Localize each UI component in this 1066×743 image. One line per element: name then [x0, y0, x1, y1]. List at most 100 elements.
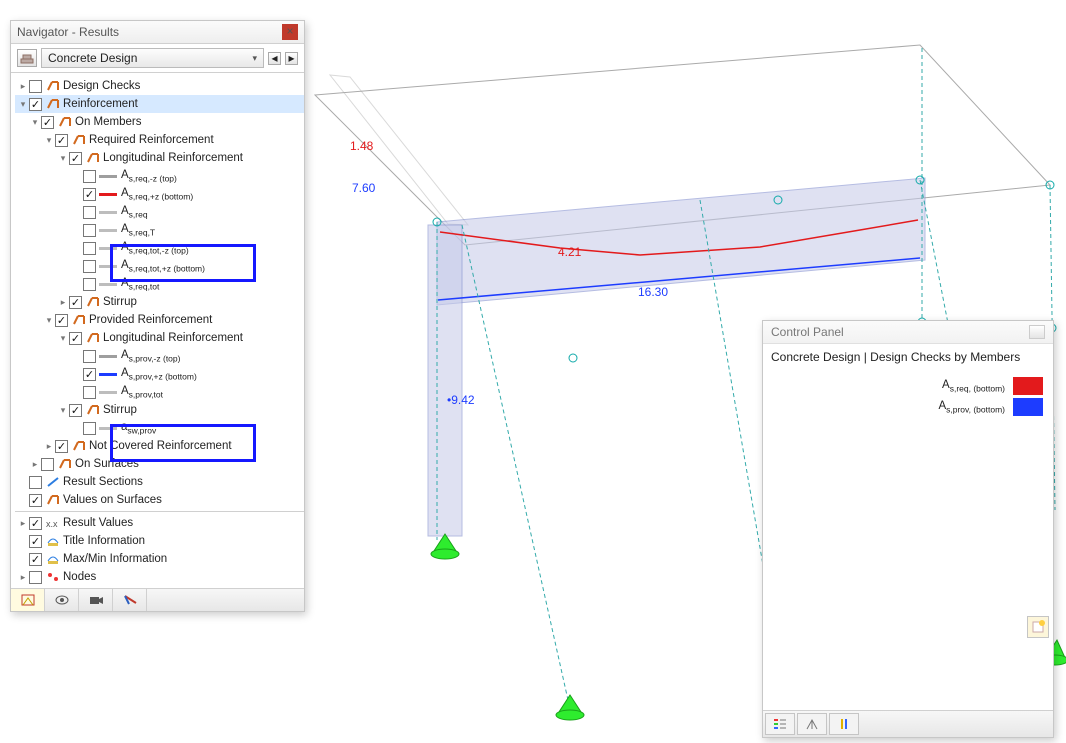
nav-prev-button[interactable]: ◂	[268, 52, 281, 65]
checkbox[interactable]	[69, 332, 82, 345]
mem-icon	[71, 439, 86, 453]
tree-row[interactable]: Title Information	[15, 532, 304, 550]
chevron-down-icon[interactable]: ▾	[29, 117, 41, 128]
tree-row[interactable]: Result Sections	[15, 473, 304, 491]
checkbox[interactable]	[83, 242, 96, 255]
checkbox[interactable]	[69, 296, 82, 309]
tree-item-label: As,prov,+z (bottom)	[121, 367, 197, 381]
checkbox[interactable]	[83, 260, 96, 273]
navigator-footer	[11, 588, 304, 611]
checkbox[interactable]	[83, 386, 96, 399]
footer-tab-eye[interactable]	[45, 589, 79, 611]
chevron-right-icon[interactable]: ▸	[29, 459, 41, 470]
tree-row[interactable]: ▸Nodes	[15, 568, 304, 586]
tree-row[interactable]: As,req,tot,+z (bottom)	[15, 257, 304, 275]
checkbox[interactable]	[83, 170, 96, 183]
checkbox[interactable]	[29, 494, 42, 507]
checkbox[interactable]	[55, 440, 68, 453]
new-button[interactable]	[1027, 616, 1049, 638]
tree-row[interactable]: ▾Stirrup	[15, 401, 304, 419]
tree-item-label: As,req,T	[121, 223, 155, 237]
tree-row[interactable]: As,req	[15, 203, 304, 221]
tree-row[interactable]: ▾ Longitudinal Reinforcement	[15, 329, 304, 347]
chevron-right-icon[interactable]: ▸	[43, 441, 55, 452]
category-combo[interactable]: Concrete Design ▾	[41, 48, 264, 68]
tree-row[interactable]: As,req,-z (top)	[15, 167, 304, 185]
tree-row[interactable]: As,prov,tot	[15, 383, 304, 401]
chevron-right-icon[interactable]: ▸	[17, 81, 29, 92]
checkbox[interactable]	[83, 224, 96, 237]
checkbox[interactable]	[29, 98, 42, 111]
tree-row[interactable]: ▸ Stirrup	[15, 293, 304, 311]
nav-next-button[interactable]: ▸	[285, 52, 298, 65]
chevron-down-icon[interactable]: ▾	[43, 315, 55, 326]
tree-row[interactable]: As,req,tot,-z (top)	[15, 239, 304, 257]
tree-item-label: Stirrup	[103, 296, 137, 308]
checkbox[interactable]	[29, 571, 42, 584]
checkbox[interactable]	[29, 535, 42, 548]
line-swatch	[99, 373, 117, 376]
footer-tab-camera[interactable]	[79, 589, 113, 611]
control-panel-titlebar[interactable]: Control Panel	[763, 321, 1053, 344]
close-icon[interactable]: ×	[282, 24, 298, 40]
tree-row[interactable]: As,prov,+z (bottom)	[15, 365, 304, 383]
tree-row[interactable]: As,req,T	[15, 221, 304, 239]
checkbox[interactable]	[83, 278, 96, 291]
checkbox[interactable]	[69, 152, 82, 165]
checkbox[interactable]	[83, 350, 96, 363]
tree-row[interactable]: As,req,+z (bottom)	[15, 185, 304, 203]
tree-row[interactable]: Max/Min Information	[15, 550, 304, 568]
tree-item-label: Longitudinal Reinforcement	[103, 332, 243, 344]
checkbox[interactable]	[41, 458, 54, 471]
checkbox[interactable]	[55, 314, 68, 327]
navigator-panel: Navigator - Results × Concrete Design ▾ …	[10, 20, 305, 612]
tree-row[interactable]: ▸Members	[15, 586, 304, 588]
tree-row[interactable]: ▾On Members	[15, 113, 304, 131]
checkbox[interactable]	[29, 517, 42, 530]
mem-icon	[85, 331, 100, 345]
checkbox[interactable]	[55, 134, 68, 147]
tree-row[interactable]: ▸Not Covered Reinforcement	[15, 437, 304, 455]
tree-row[interactable]: ▾Longitudinal Reinforcement	[15, 149, 304, 167]
tree-row[interactable]: ▾Required Reinforcement	[15, 131, 304, 149]
navigator-tree[interactable]: ▸Design Checks▾Reinforcement▾On Members▾…	[11, 73, 304, 588]
toolbar-filter-button[interactable]	[829, 713, 859, 735]
checkbox[interactable]	[29, 476, 42, 489]
checkbox[interactable]	[41, 116, 54, 129]
tree-row[interactable]: ▸x.xResult Values	[15, 514, 304, 532]
close-icon[interactable]	[1029, 325, 1045, 339]
checkbox[interactable]	[29, 553, 42, 566]
line-swatch	[99, 265, 117, 268]
tree-row[interactable]: Values on Surfaces	[15, 491, 304, 509]
chevron-down-icon[interactable]: ▾	[57, 153, 69, 164]
grid-line	[462, 225, 568, 700]
footer-tab-1[interactable]	[11, 589, 45, 611]
checkbox[interactable]	[83, 188, 96, 201]
toolbar-legend-button[interactable]	[765, 713, 795, 735]
checkbox[interactable]	[83, 422, 96, 435]
tree-item-label: As,req,tot	[121, 277, 159, 291]
tree-row[interactable]: ▾Reinforcement	[15, 95, 304, 113]
chevron-right-icon[interactable]: ▸	[17, 572, 29, 583]
checkbox[interactable]	[69, 404, 82, 417]
tag-icon	[45, 552, 60, 566]
navigator-titlebar[interactable]: Navigator - Results ×	[11, 21, 304, 44]
tree-row[interactable]: asw,prov	[15, 419, 304, 437]
checkbox[interactable]	[83, 368, 96, 381]
checkbox[interactable]	[83, 206, 96, 219]
beam-front	[437, 178, 925, 305]
chevron-down-icon[interactable]: ▾	[57, 333, 69, 344]
tree-row[interactable]: ▸Design Checks	[15, 77, 304, 95]
chevron-down-icon[interactable]: ▾	[43, 135, 55, 146]
tree-row[interactable]: As,prov,-z (top)	[15, 347, 304, 365]
tree-row[interactable]: As,req,tot	[15, 275, 304, 293]
chevron-right-icon[interactable]: ▸	[17, 518, 29, 529]
chevron-down-icon[interactable]: ▾	[17, 99, 29, 110]
chevron-down-icon[interactable]: ▾	[57, 405, 69, 416]
toolbar-scale-button[interactable]	[797, 713, 827, 735]
chevron-right-icon[interactable]: ▸	[57, 297, 69, 308]
checkbox[interactable]	[29, 80, 42, 93]
footer-tab-flag[interactable]	[113, 589, 147, 611]
tree-row[interactable]: ▾Provided Reinforcement	[15, 311, 304, 329]
tree-row[interactable]: ▸On Surfaces	[15, 455, 304, 473]
